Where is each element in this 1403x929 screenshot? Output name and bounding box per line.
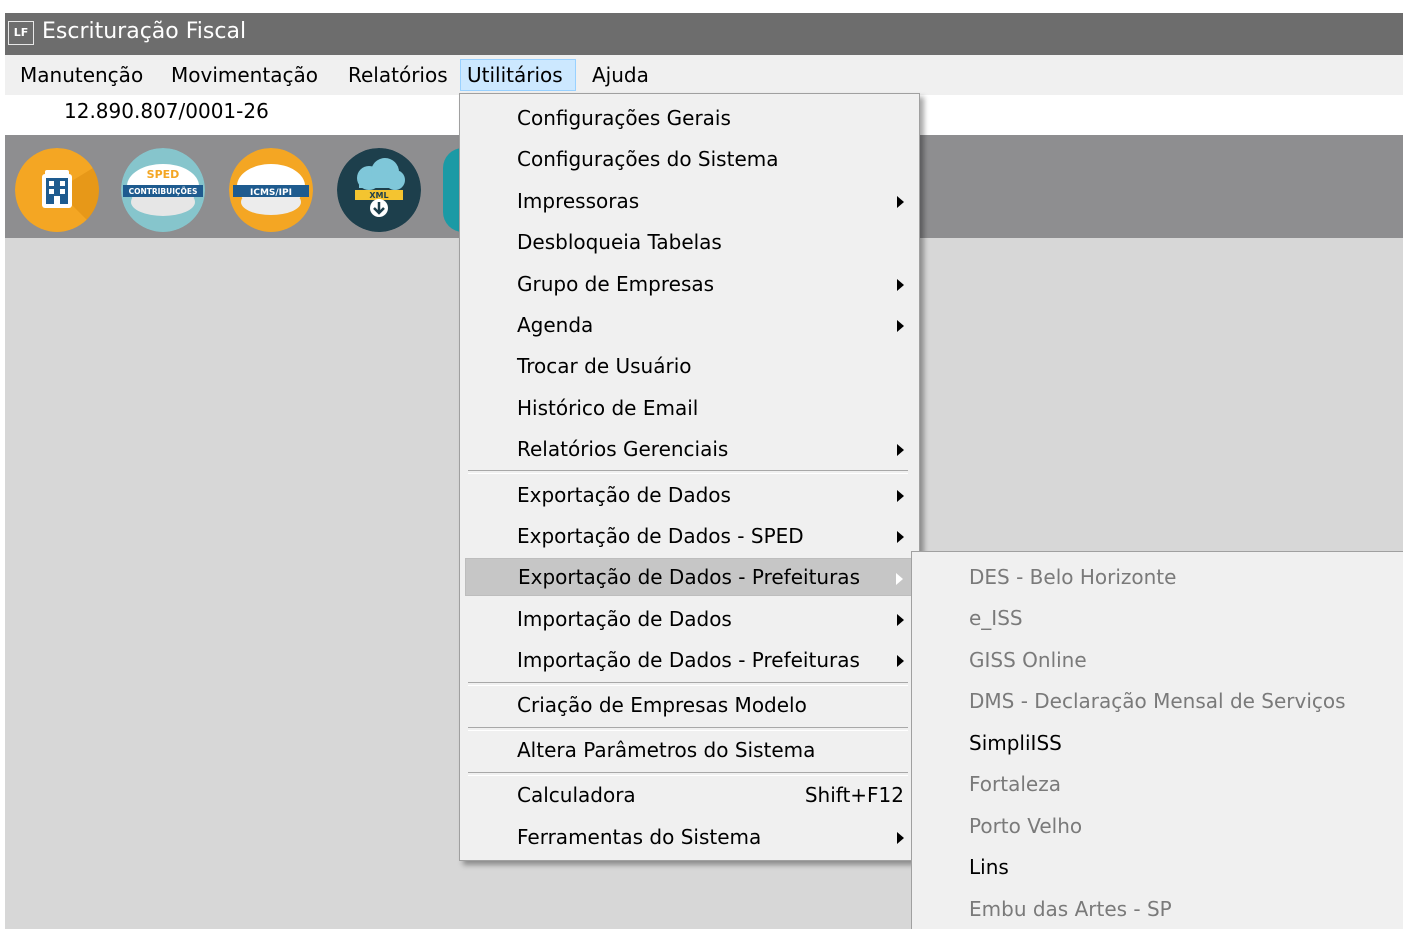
menuitem-label: Histórico de Email [517, 396, 699, 420]
menuitem-ferramentas-sistema[interactable]: Ferramentas do Sistema [465, 818, 912, 856]
menuitem-label: Grupo de Empresas [517, 272, 715, 296]
menuitem-label: Calculadora [517, 783, 636, 807]
menu-separator [468, 470, 908, 474]
menuitem-grupo-empresas[interactable]: Grupo de Empresas [465, 265, 912, 303]
submenu-dms[interactable]: DMS - Declaração Mensal de Serviços [969, 682, 1346, 720]
contribuicoes-text: CONTRIBUIÇÕES [129, 187, 198, 196]
menuitem-label: Altera Parâmetros do Sistema [517, 738, 816, 762]
menuitem-label: Importação de Dados - Prefeituras [517, 648, 860, 672]
submenu-arrow-icon [897, 444, 904, 456]
menuitem-importacao-dados[interactable]: Importação de Dados [465, 600, 912, 638]
menuitem-label: Exportação de Dados - Prefeituras [518, 565, 860, 589]
menuitem-label: Ferramentas do Sistema [517, 825, 762, 849]
menuitem-label: Importação de Dados [517, 607, 732, 631]
menuitem-exportacao-sped[interactable]: Exportação de Dados - SPED [465, 517, 912, 555]
sped-contribuicoes-icon: SPED CONTRIBUIÇÕES [121, 148, 205, 232]
submenu-giss-online[interactable]: GISS Online [969, 641, 1087, 679]
submenu-simpliiss[interactable]: SimpliISS [969, 724, 1062, 762]
submenu-arrow-icon [897, 614, 904, 626]
menuitem-agenda[interactable]: Agenda [465, 306, 912, 344]
menuitem-configuracoes-sistema[interactable]: Configurações do Sistema [465, 140, 912, 178]
menuitem-desbloqueia-tabelas[interactable]: Desbloqueia Tabelas [465, 223, 912, 261]
submenu-arrow-icon [897, 279, 904, 291]
company-cnpj: 12.890.807/0001-26 [64, 99, 269, 123]
menuitem-label: Configurações do Sistema [517, 147, 779, 171]
icms-ipi-button[interactable]: ICMS/IPI [229, 148, 313, 232]
submenu-des-belo-horizonte[interactable]: DES - Belo Horizonte [969, 558, 1176, 596]
building-icon [15, 148, 99, 232]
menuitem-label: Impressoras [517, 189, 640, 213]
menuitem-exportacao-dados[interactable]: Exportação de Dados [465, 476, 912, 514]
submenu-fortaleza[interactable]: Fortaleza [969, 765, 1061, 803]
menuitem-label: Relatórios Gerenciais [517, 437, 729, 461]
xml-download-icon: XML [337, 148, 421, 232]
menuitem-configuracoes-gerais[interactable]: Configurações Gerais [465, 99, 912, 137]
prefeituras-submenu: DES - Belo Horizonte e_ISS GISS Online D… [911, 551, 1403, 929]
submenu-porto-velho[interactable]: Porto Velho [969, 807, 1082, 845]
menuitem-label: Trocar de Usuário [517, 354, 692, 378]
empresas-button[interactable] [15, 148, 99, 232]
menu-bar: Manutenção Movimentação Relatórios Utili… [5, 55, 1403, 95]
menuitem-label: Agenda [517, 313, 594, 337]
sped-contribuicoes-button[interactable]: SPED CONTRIBUIÇÕES [121, 148, 205, 232]
menuitem-importacao-prefeituras[interactable]: Importação de Dados - Prefeituras [465, 641, 912, 679]
app-icon: LF [8, 21, 34, 45]
icms-ipi-icon: ICMS/IPI [229, 148, 313, 232]
submenu-arrow-icon [897, 320, 904, 332]
menu-manutencao[interactable]: Manutenção [14, 59, 149, 91]
icms-ipi-text: ICMS/IPI [250, 188, 292, 198]
menuitem-exportacao-prefeituras[interactable]: Exportação de Dados - Prefeituras [465, 558, 912, 596]
window-title: Escrituração Fiscal [42, 19, 247, 44]
menuitem-label: Desbloqueia Tabelas [517, 230, 722, 254]
menuitem-trocar-usuario[interactable]: Trocar de Usuário [465, 347, 912, 385]
menuitem-label: Exportação de Dados [517, 483, 731, 507]
sped-text: SPED [147, 168, 180, 181]
menuitem-criacao-empresas-modelo[interactable]: Criação de Empresas Modelo [465, 686, 912, 724]
utilitarios-dropdown: Configurações Gerais Configurações do Si… [459, 93, 920, 861]
xml-download-button[interactable]: XML [337, 148, 421, 232]
title-bar: LF Escrituração Fiscal [5, 13, 1403, 55]
app-window: LF Escrituração Fiscal Manutenção Movime… [5, 13, 1403, 929]
menuitem-label: Configurações Gerais [517, 106, 731, 130]
menuitem-shortcut: Shift+F12 [804, 783, 904, 807]
menuitem-label: Criação de Empresas Modelo [517, 693, 807, 717]
xml-text: XML [369, 191, 388, 200]
submenu-arrow-icon [897, 832, 904, 844]
submenu-arrow-icon [897, 196, 904, 208]
submenu-arrow-icon [896, 573, 903, 585]
menu-utilitarios[interactable]: Utilitários [460, 59, 576, 91]
submenu-embu-das-artes[interactable]: Embu das Artes - SP [969, 890, 1172, 928]
submenu-arrow-icon [897, 490, 904, 502]
submenu-arrow-icon [897, 655, 904, 667]
menuitem-label: Exportação de Dados - SPED [517, 524, 804, 548]
menuitem-impressoras[interactable]: Impressoras [465, 182, 912, 220]
menuitem-calculadora[interactable]: Calculadora Shift+F12 [465, 776, 912, 814]
menu-ajuda[interactable]: Ajuda [586, 59, 655, 91]
submenu-e-iss[interactable]: e_ISS [969, 599, 1023, 637]
menuitem-historico-email[interactable]: Histórico de Email [465, 389, 912, 427]
menuitem-altera-parametros[interactable]: Altera Parâmetros do Sistema [465, 731, 912, 769]
menuitem-relatorios-gerenciais[interactable]: Relatórios Gerenciais [465, 430, 912, 468]
menu-movimentacao[interactable]: Movimentação [165, 59, 324, 91]
submenu-arrow-icon [897, 531, 904, 543]
submenu-lins[interactable]: Lins [969, 848, 1009, 886]
menu-relatorios[interactable]: Relatórios [342, 59, 454, 91]
